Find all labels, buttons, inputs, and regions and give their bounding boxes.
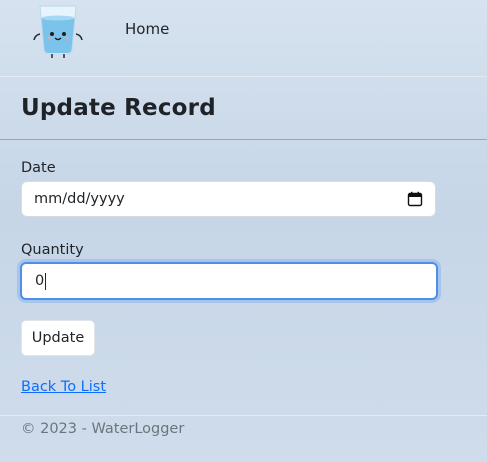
quantity-input-value: 0 — [35, 273, 47, 290]
footer-copyright: © 2023 - WaterLogger — [21, 421, 185, 437]
back-to-list-link[interactable]: Back To List — [21, 379, 106, 395]
water-glass-mascot-icon[interactable] — [32, 0, 84, 60]
update-button[interactable]: Update — [21, 320, 95, 356]
date-label: Date — [21, 160, 56, 176]
date-input-value: mm/dd/yyyy — [34, 191, 125, 207]
footer-divider — [0, 415, 487, 416]
quantity-label: Quantity — [21, 242, 84, 258]
title-divider — [0, 139, 487, 140]
date-input[interactable]: mm/dd/yyyy — [21, 181, 436, 217]
nav-home-link[interactable]: Home — [125, 20, 169, 38]
quantity-input[interactable]: 0 — [20, 262, 438, 300]
calendar-icon[interactable] — [407, 191, 423, 207]
navbar: Home — [0, 0, 487, 77]
page-title: Update Record — [21, 95, 216, 121]
